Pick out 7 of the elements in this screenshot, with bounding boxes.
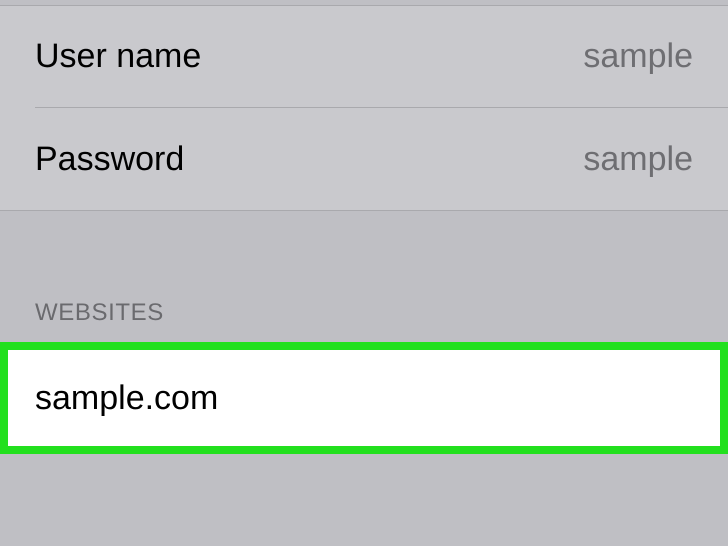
field-value: sample [583,138,693,180]
section-header: WEBSITES [35,298,164,328]
field-value: sample [583,36,693,77]
website-row[interactable]: sample.com [0,342,728,454]
field-label: Password [35,138,184,180]
field-label: User name [35,36,202,77]
website-label: sample.com [35,378,218,418]
